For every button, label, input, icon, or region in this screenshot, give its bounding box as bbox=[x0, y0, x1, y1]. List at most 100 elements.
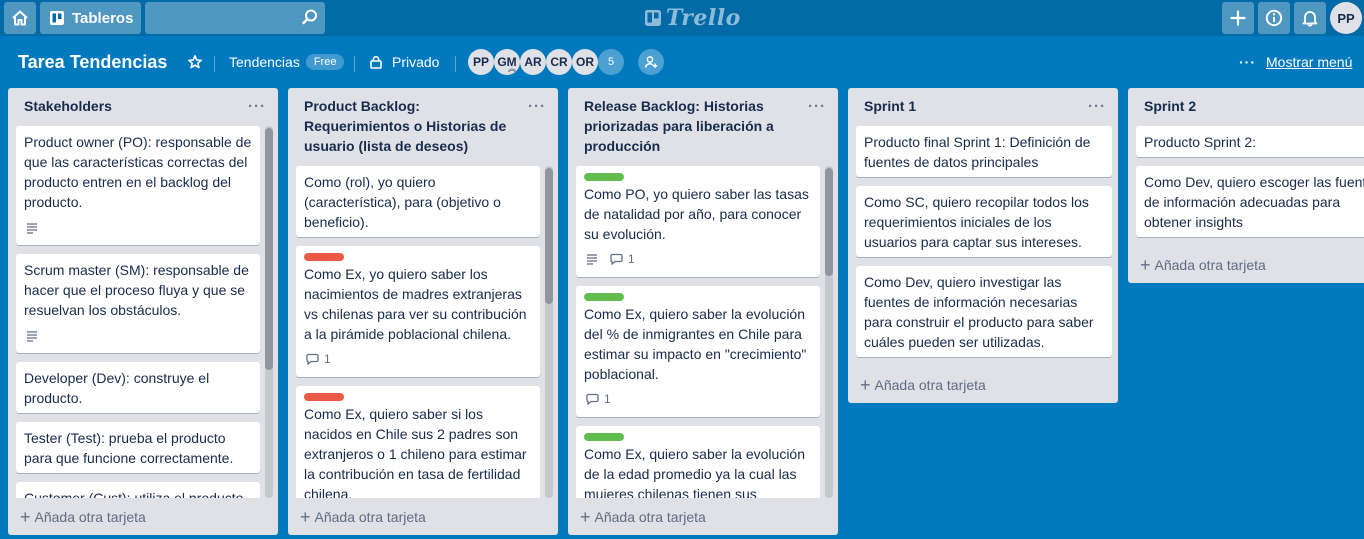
list-scrollbar[interactable] bbox=[545, 166, 553, 498]
member-avatar[interactable]: CR bbox=[546, 49, 572, 75]
comments-badge: 1 bbox=[586, 392, 611, 406]
card-label-green bbox=[584, 433, 624, 441]
bell-icon bbox=[1302, 11, 1318, 27]
search-icon bbox=[301, 8, 319, 31]
invite-button[interactable] bbox=[638, 49, 664, 75]
create-button[interactable] bbox=[1222, 2, 1254, 34]
search-field[interactable] bbox=[145, 2, 325, 34]
team-name: Tendencias bbox=[229, 54, 300, 70]
list-menu-button[interactable]: ··· bbox=[528, 98, 546, 115]
card-text: Producto final Sprint 1: Definición de f… bbox=[864, 134, 1091, 170]
card[interactable]: Producto Sprint 2: bbox=[1136, 126, 1364, 157]
info-icon bbox=[1265, 9, 1283, 27]
list-stakeholders: Stakeholders ··· Product owner (PO): res… bbox=[8, 88, 278, 535]
card-badges: 1 bbox=[306, 352, 343, 366]
card[interactable]: Developer (Dev): construye el producto. bbox=[16, 362, 260, 413]
card-list: Producto Sprint 2: Como Dev, quiero esco… bbox=[1136, 126, 1364, 246]
show-menu-button[interactable]: ··· Mostrar menú bbox=[1239, 54, 1352, 70]
card-label-green bbox=[584, 173, 624, 181]
boards-label: Tableros bbox=[72, 9, 134, 27]
divider bbox=[354, 56, 355, 72]
card-text: Como (rol), yo quiero (característica), … bbox=[304, 174, 501, 230]
add-card-button[interactable]: + Añada otra tarjeta bbox=[860, 376, 986, 394]
comments-badge: 1 bbox=[610, 252, 635, 266]
card[interactable]: Como PO, yo quiero saber las tasas de na… bbox=[576, 166, 820, 277]
user-avatar[interactable]: PP bbox=[1330, 2, 1362, 34]
list-menu-button[interactable]: ··· bbox=[1088, 98, 1106, 115]
card[interactable]: Como Dev, quiero escoger las fuentes de … bbox=[1136, 166, 1364, 237]
card[interactable]: Scrum master (SM): responsable de hacer … bbox=[16, 254, 260, 353]
member-avatar[interactable]: GM bbox=[494, 49, 520, 75]
list-title[interactable]: Sprint 1 bbox=[864, 96, 1074, 116]
visibility-button[interactable]: Privado bbox=[369, 54, 439, 70]
add-card-label: Añada otra tarjeta bbox=[314, 509, 426, 525]
list-title[interactable]: Sprint 2 bbox=[1144, 96, 1354, 116]
card[interactable]: Customer (Cust): utiliza el producto bbox=[16, 482, 260, 498]
comment-icon bbox=[306, 353, 319, 365]
admin-chevron-icon: ︽ bbox=[508, 64, 516, 73]
list-scrollbar[interactable] bbox=[825, 166, 833, 498]
add-card-label: Añada otra tarjeta bbox=[1154, 257, 1266, 273]
card[interactable]: Product owner (PO): responsable de que l… bbox=[16, 126, 260, 245]
list-menu-button[interactable]: ··· bbox=[248, 98, 266, 115]
visibility-label: Privado bbox=[392, 54, 440, 70]
boards-button[interactable]: Tableros bbox=[40, 2, 141, 34]
card-text: Developer (Dev): construye el producto. bbox=[24, 370, 210, 406]
card[interactable]: Como Ex, yo quiero saber los nacimientos… bbox=[296, 246, 540, 377]
member-avatar[interactable]: AR bbox=[520, 49, 546, 75]
card[interactable]: Como Dev, quiero investigar las fuentes … bbox=[856, 266, 1112, 357]
description-icon bbox=[586, 253, 598, 265]
card[interactable]: Como SC, quiero recopilar todos los requ… bbox=[856, 186, 1112, 257]
add-card-button[interactable]: + Añada otra tarjeta bbox=[20, 507, 146, 527]
plus-icon: + bbox=[580, 507, 591, 527]
card[interactable]: Tester (Test): prueba el producto para q… bbox=[16, 422, 260, 473]
card-text: Como Dev, quiero investigar las fuentes … bbox=[864, 274, 1094, 350]
scrollbar-thumb[interactable] bbox=[825, 168, 833, 276]
card-text: Como Ex, yo quiero saber los nacimientos… bbox=[304, 266, 527, 342]
add-card-button[interactable]: + Añada otra tarjeta bbox=[1140, 256, 1266, 274]
plan-badge: Free bbox=[305, 54, 345, 70]
add-card-label: Añada otra tarjeta bbox=[34, 509, 146, 525]
trello-logo[interactable]: Trello bbox=[644, 5, 741, 31]
home-button[interactable] bbox=[4, 2, 36, 34]
scrollbar-thumb[interactable] bbox=[265, 128, 273, 370]
description-icon bbox=[26, 222, 38, 234]
boards-icon bbox=[49, 10, 65, 26]
card[interactable]: Como Ex, quiero saber la evolución del %… bbox=[576, 286, 820, 417]
list-title[interactable]: Release Backlog: Historias priorizadas p… bbox=[584, 96, 794, 156]
card-badges: 1 bbox=[586, 392, 623, 406]
comments-count: 1 bbox=[604, 392, 611, 406]
info-button[interactable] bbox=[1258, 2, 1290, 34]
add-card-label: Añada otra tarjeta bbox=[874, 377, 986, 393]
star-board-button[interactable] bbox=[187, 54, 203, 75]
member-avatar[interactable]: OR bbox=[572, 49, 598, 75]
list-title[interactable]: Product Backlog: Requerimientos o Histor… bbox=[304, 96, 514, 156]
comment-icon bbox=[610, 253, 623, 265]
card[interactable]: Como (rol), yo quiero (característica), … bbox=[296, 166, 540, 237]
card[interactable]: Como Ex, quiero saber si los nacidos en … bbox=[296, 386, 540, 498]
team-button[interactable]: Tendencias Free bbox=[229, 54, 345, 70]
card[interactable]: Como Ex, quiero saber la evolución de la… bbox=[576, 426, 820, 498]
board-title[interactable]: Tarea Tendencias bbox=[18, 52, 167, 73]
plus-icon: + bbox=[20, 507, 31, 527]
card-label-red bbox=[304, 253, 344, 261]
list-scrollbar[interactable] bbox=[265, 126, 273, 498]
add-card-label: Añada otra tarjeta bbox=[594, 509, 706, 525]
divider bbox=[214, 56, 215, 72]
more-members-badge[interactable]: 5 bbox=[598, 49, 624, 75]
notifications-button[interactable] bbox=[1294, 2, 1326, 34]
plus-icon bbox=[1230, 10, 1246, 26]
list-title[interactable]: Stakeholders bbox=[24, 96, 234, 116]
divider bbox=[455, 56, 456, 72]
more-icon: ··· bbox=[1239, 54, 1256, 70]
member-avatar[interactable]: PP bbox=[468, 49, 494, 75]
card-label-red bbox=[304, 393, 344, 401]
list-menu-button[interactable]: ··· bbox=[808, 98, 826, 115]
add-card-button[interactable]: + Añada otra tarjeta bbox=[580, 507, 706, 527]
list-sprint-2: Sprint 2 Producto Sprint 2: Como Dev, qu… bbox=[1128, 88, 1364, 283]
card-label-green bbox=[584, 293, 624, 301]
add-card-button[interactable]: + Añada otra tarjeta bbox=[300, 508, 426, 526]
card[interactable]: Producto final Sprint 1: Definición de f… bbox=[856, 126, 1112, 177]
scrollbar-thumb[interactable] bbox=[545, 168, 553, 304]
add-member-icon bbox=[644, 56, 658, 68]
